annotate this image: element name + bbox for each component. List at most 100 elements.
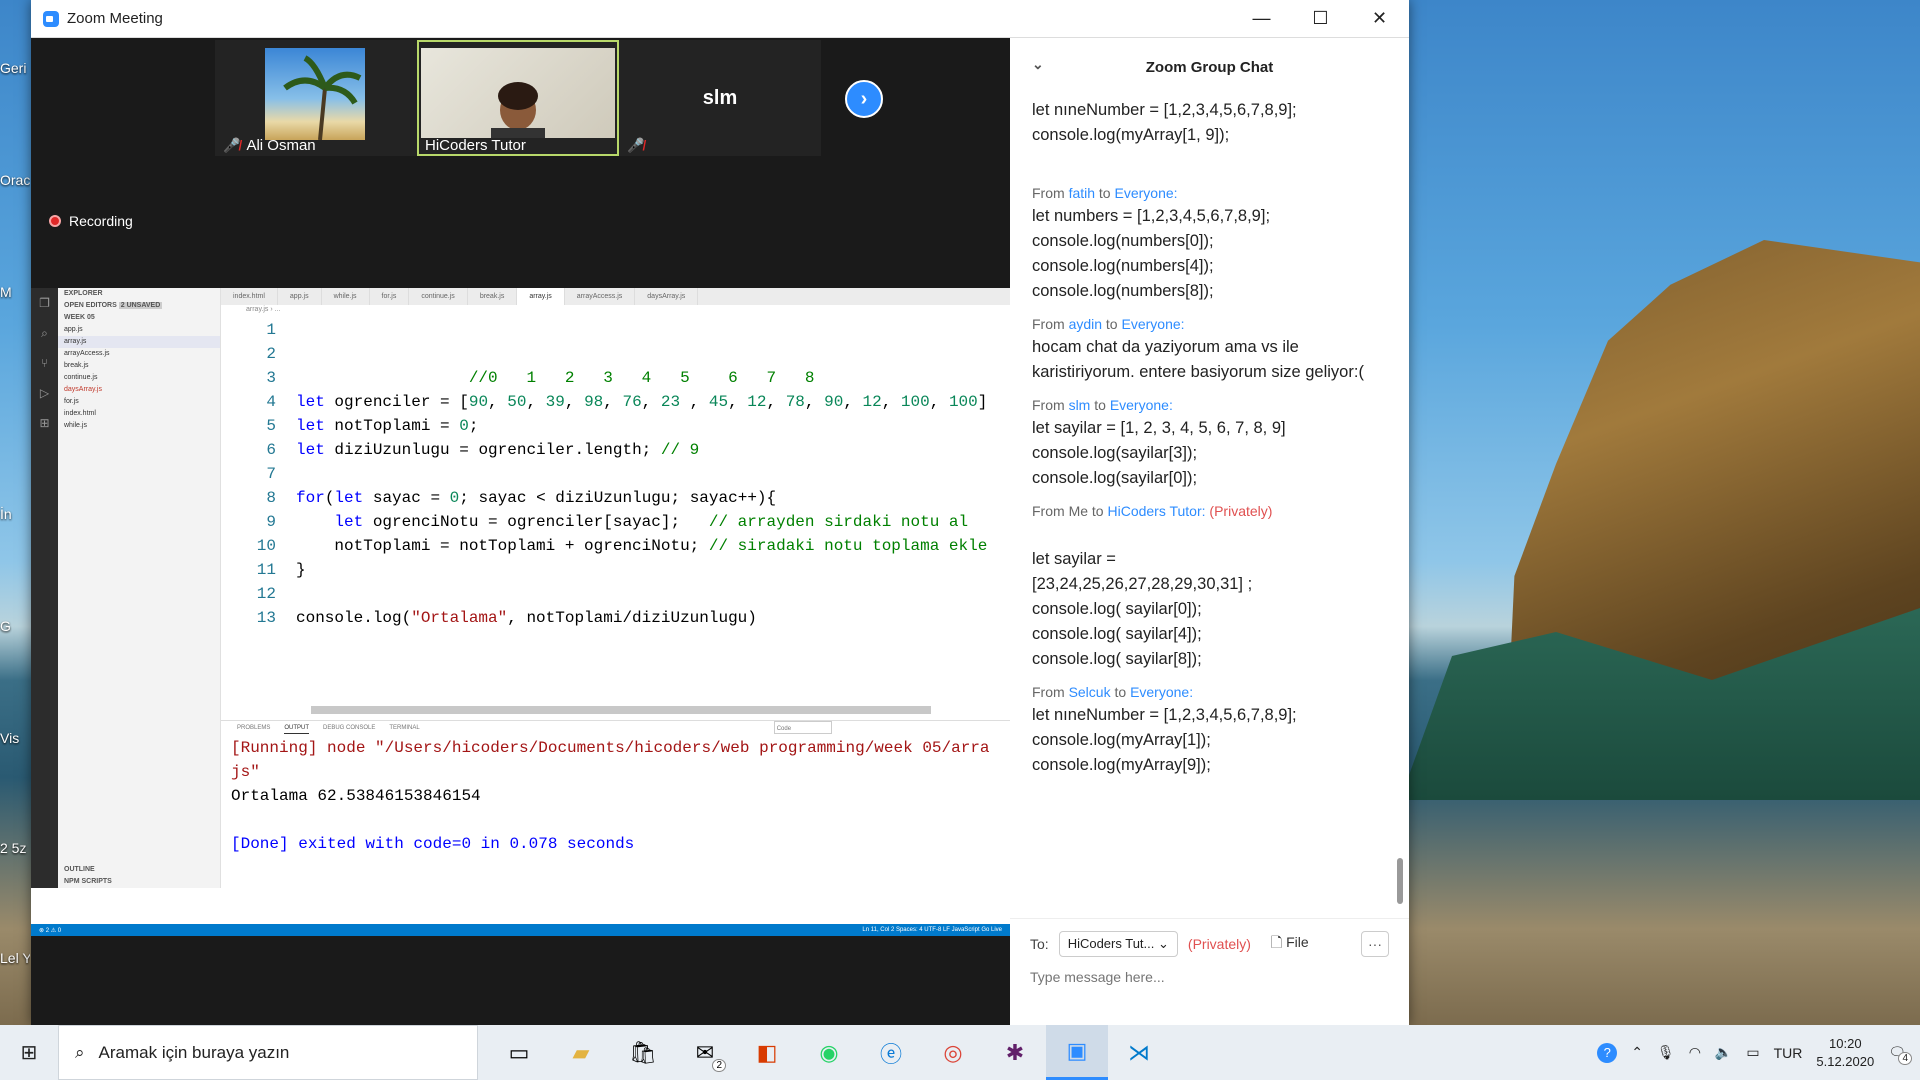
code-line[interactable]: 13 console.log("Ortalama", notToplami/diz…: [221, 606, 1010, 630]
mail-icon[interactable]: ✉ 2: [674, 1025, 736, 1080]
outline-header[interactable]: OUTLINE: [58, 864, 95, 876]
code-line[interactable]: 11}: [221, 558, 1010, 582]
tab-terminal[interactable]: TERMINAL: [389, 721, 419, 734]
code-editor[interactable]: 123 //0 1 2 3 4 5 6 7 8 4 let ogrenciler =…: [221, 318, 1010, 698]
file-explorer-icon[interactable]: ▰: [550, 1025, 612, 1080]
status-problems[interactable]: ⊗ 2 ⚠ 0: [39, 927, 61, 934]
code-line[interactable]: 3 //0 1 2 3 4 5 6 7 8: [221, 366, 1010, 390]
editor-tab[interactable]: while.js: [322, 288, 370, 305]
whatsapp-icon[interactable]: ◉: [798, 1025, 860, 1080]
battery-icon[interactable]: ▭: [1746, 1044, 1759, 1061]
file-item[interactable]: for.js: [58, 396, 220, 408]
microphone-icon[interactable]: 🎙: [1657, 1044, 1675, 1061]
chevron-up-icon[interactable]: ⌃: [1631, 1044, 1643, 1061]
desktop-icon-label[interactable]: İn: [0, 506, 30, 522]
source-control-icon[interactable]: ⑂: [31, 348, 58, 378]
file-button[interactable]: 🗋 File: [1271, 932, 1309, 956]
more-options-button[interactable]: ···: [1361, 931, 1389, 957]
minimize-button[interactable]: —: [1232, 0, 1291, 37]
message-sender-line: From Selcuk to Everyone:: [1032, 684, 1194, 700]
desktop-icon-label[interactable]: Geri: [0, 60, 30, 76]
taskbar-search[interactable]: ⌕ Aramak için buraya yazın: [58, 1025, 478, 1080]
code-line[interactable]: 7: [221, 462, 1010, 486]
editor-tab[interactable]: for.js: [370, 288, 410, 305]
wifi-icon[interactable]: ◠: [1689, 1044, 1701, 1061]
npm-scripts-header[interactable]: NPM SCRIPTS: [58, 876, 112, 888]
recording-indicator[interactable]: Recording: [49, 213, 133, 229]
chat-messages[interactable]: let nıneNumber = [1,2,3,4,5,6,7,8,9]; co…: [1032, 98, 1392, 918]
status-info[interactable]: Ln 11, Col 2 Spaces: 4 UTF-8 LF JavaScri…: [862, 927, 1002, 933]
tab-output[interactable]: OUTPUT: [284, 721, 310, 734]
breadcrumb[interactable]: array.js › ...: [246, 306, 280, 313]
code-line[interactable]: 2: [221, 342, 1010, 366]
code-line[interactable]: 6 let diziUzunlugu = ogrenciler.length; /…: [221, 438, 1010, 462]
file-item[interactable]: arrayAccess.js: [58, 348, 220, 360]
editor-tab-active[interactable]: array.js: [517, 288, 565, 305]
code-line[interactable]: 8 for(let sayac = 0; sayac < diziUzunlugu…: [221, 486, 1010, 510]
code-line[interactable]: 10 notToplami = notToplami + ogrenciNotu…: [221, 534, 1010, 558]
close-button[interactable]: ✕: [1350, 0, 1409, 37]
file-item[interactable]: daysArray.js: [58, 384, 220, 396]
help-icon[interactable]: ?: [1597, 1042, 1618, 1063]
file-item[interactable]: continue.js: [58, 372, 220, 384]
editor-tab[interactable]: arrayAccess.js: [565, 288, 636, 305]
desktop-icon-label[interactable]: Lel Y: [0, 950, 30, 966]
tab-debug-console[interactable]: DEBUG CONSOLE: [323, 721, 375, 734]
extensions-icon[interactable]: ⊞: [31, 408, 58, 438]
code-line[interactable]: 9 let ogrenciNotu = ogrenciler[sayac]; /…: [221, 510, 1010, 534]
editor-tab[interactable]: break.js: [468, 288, 518, 305]
chrome-icon[interactable]: ◎: [922, 1025, 984, 1080]
horizontal-scrollbar[interactable]: [311, 706, 931, 714]
vscode-taskbar-icon[interactable]: ⋊: [1108, 1025, 1170, 1080]
desktop-icon-label[interactable]: M: [0, 284, 30, 300]
file-item[interactable]: app.js: [58, 324, 220, 336]
open-editors-header[interactable]: OPEN EDITORS 2 UNSAVED: [58, 300, 220, 312]
code-line[interactable]: 4 let ogrenciler = [90, 50, 39, 98, 76, 2…: [221, 390, 1010, 414]
chevron-down-icon[interactable]: ⌄: [1032, 56, 1044, 73]
editor-tab[interactable]: index.html: [221, 288, 278, 305]
code-line[interactable]: 5 let notToplami = 0;: [221, 414, 1010, 438]
recipient-dropdown[interactable]: HiCoders Tut... ⌄: [1058, 931, 1178, 957]
explorer-icon[interactable]: ❐: [31, 288, 58, 318]
participant-video[interactable]: slm 🎤̸: [619, 40, 821, 156]
editor-tab[interactable]: app.js: [278, 288, 322, 305]
notification-count: 4: [1898, 1052, 1912, 1065]
language-indicator[interactable]: TUR: [1774, 1045, 1803, 1061]
folder-header[interactable]: WEEK 05: [58, 312, 220, 324]
run-icon[interactable]: ▷: [31, 378, 58, 408]
maximize-button[interactable]: ☐: [1291, 0, 1350, 37]
code-line[interactable]: 1: [221, 318, 1010, 342]
editor-tab[interactable]: daysArray.js: [635, 288, 699, 305]
line-number: 9: [266, 513, 276, 531]
tab-problems[interactable]: PROBLEMS: [237, 721, 270, 734]
muted-mic-icon: 🎤̸: [223, 137, 241, 153]
desktop-icon-label[interactable]: Orac: [0, 172, 30, 188]
desktop-icon-label[interactable]: Vis: [0, 730, 30, 746]
participant-video[interactable]: 🎤̸ Ali Osman: [215, 40, 417, 156]
output-channel-select[interactable]: Code: [773, 721, 833, 734]
task-view-icon[interactable]: ▭: [488, 1025, 550, 1080]
zoom-taskbar-icon[interactable]: ▣: [1046, 1025, 1108, 1080]
code-line[interactable]: 12: [221, 582, 1010, 606]
slack-icon[interactable]: ✱: [984, 1025, 1046, 1080]
participant-video-active[interactable]: HiCoders Tutor: [417, 40, 619, 156]
desktop-icon-label[interactable]: 2 5z: [0, 840, 30, 856]
file-item[interactable]: while.js: [58, 420, 220, 432]
chat-scrollbar[interactable]: [1397, 858, 1403, 904]
next-page-button[interactable]: ›: [845, 80, 883, 118]
store-icon[interactable]: 🛍: [612, 1025, 674, 1080]
desktop-icon-label[interactable]: G: [0, 618, 30, 634]
search-icon[interactable]: ⌕: [31, 318, 58, 348]
edge-icon[interactable]: ⓔ: [860, 1025, 922, 1080]
office-icon[interactable]: ◧: [736, 1025, 798, 1080]
file-item[interactable]: break.js: [58, 360, 220, 372]
file-item[interactable]: array.js: [58, 336, 220, 348]
clock[interactable]: 10:20 5.12.2020: [1816, 1035, 1874, 1071]
editor-tab[interactable]: continue.js: [409, 288, 468, 305]
volume-icon[interactable]: 🔈: [1715, 1044, 1732, 1061]
notification-icon[interactable]: 🗨 4: [1888, 1044, 1912, 1065]
windows-start-icon[interactable]: ⊞: [0, 1040, 58, 1065]
message-input[interactable]: [1030, 969, 1380, 985]
file-item[interactable]: index.html: [58, 408, 220, 420]
